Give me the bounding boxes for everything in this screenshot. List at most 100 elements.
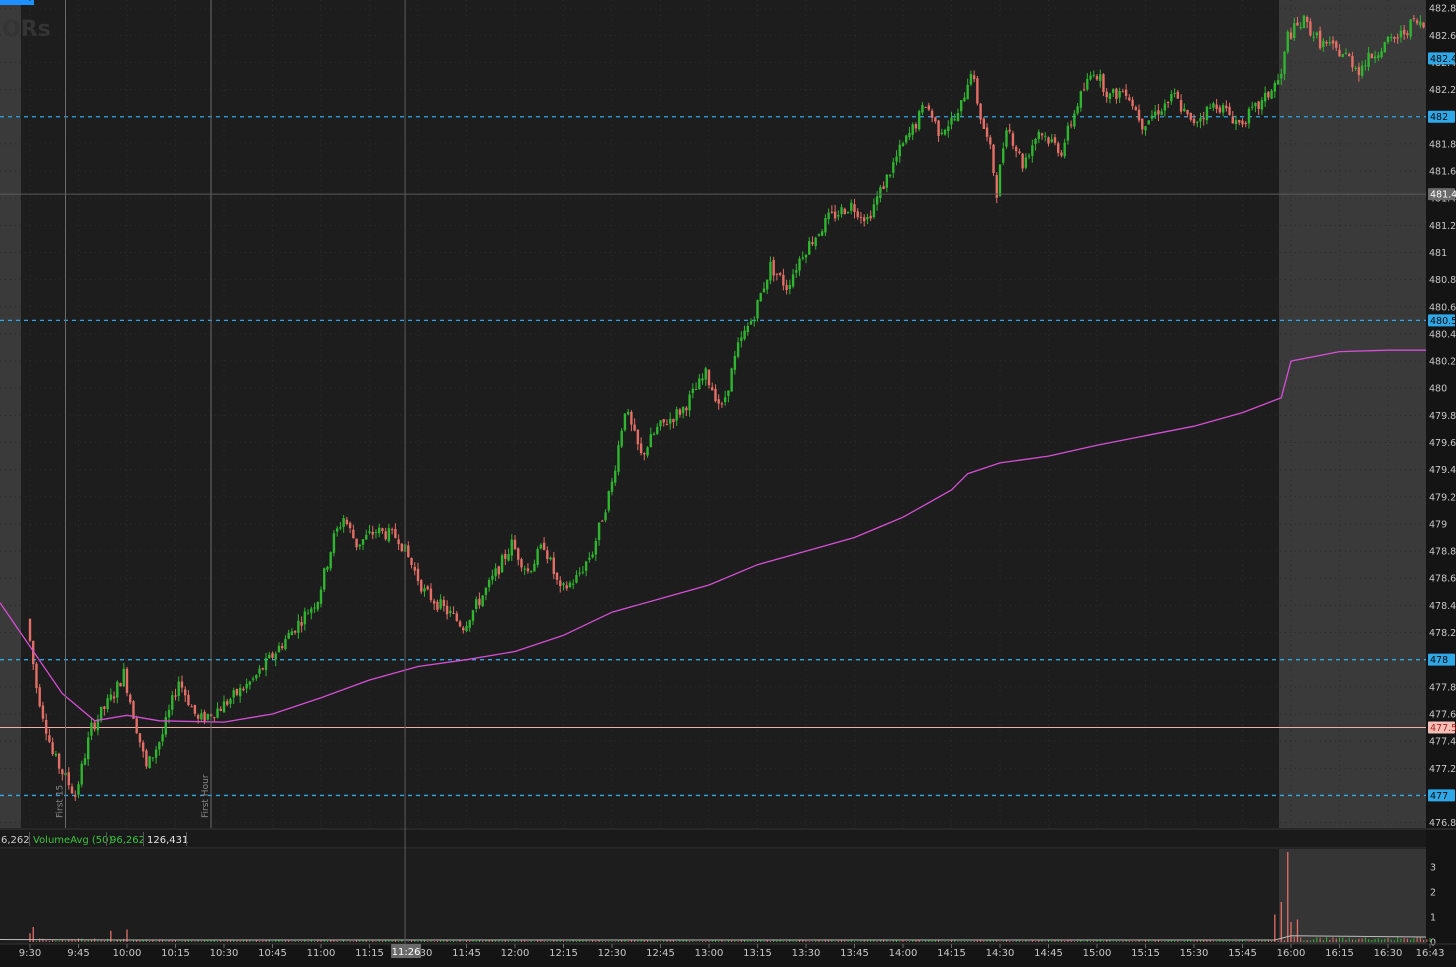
candle-body-40: [158, 742, 161, 750]
candle-body-281: [937, 120, 940, 136]
y-tick-label-0: 482.8: [1429, 4, 1456, 15]
candle-body-262: [875, 196, 879, 205]
candle-body-298: [992, 144, 995, 174]
candle-body-165: [562, 583, 565, 586]
candle-body-103: [361, 539, 365, 545]
candle-body-63: [232, 690, 235, 698]
candle-body-271: [905, 135, 908, 143]
candle-body-339: [1124, 89, 1128, 96]
candle-body-72: [261, 668, 264, 670]
candle-body-265: [885, 174, 889, 188]
candle-body-109: [381, 528, 384, 531]
candle-body-117: [407, 545, 410, 557]
candle-body-427: [1409, 19, 1412, 37]
candle-body-162: [552, 557, 555, 574]
candle-body-221: [743, 330, 746, 340]
candle-body-276: [921, 104, 924, 113]
candle-body-110: [384, 531, 387, 540]
chart-canvas[interactable]: ORs First 15 First Hour 482.8 482.6 482.4 48…: [0, 0, 1456, 963]
candle-body-54: [203, 711, 206, 722]
candle-body-374: [1238, 119, 1241, 123]
volume-header: [0, 830, 1426, 848]
candle-body-215: [723, 397, 727, 402]
candle-body-49: [187, 694, 190, 706]
candle-body-138: [475, 599, 478, 609]
candle-body-6: [48, 735, 51, 742]
candle-body-83: [297, 620, 300, 633]
price-level-tag-0: 482: [1430, 112, 1448, 123]
candle-body-163: [555, 572, 559, 580]
time-label-0: 9:30: [19, 948, 41, 959]
candle-body-304: [1011, 133, 1015, 146]
candle-body-38: [151, 757, 155, 759]
candle-body-67: [245, 683, 248, 689]
candle-body-102: [358, 544, 361, 547]
candle-body-325: [1079, 91, 1083, 108]
candle-body-3: [38, 687, 41, 707]
candle-body-331: [1099, 74, 1102, 81]
candle-body-199: [672, 419, 675, 423]
y-tick-label-13: 480.2: [1429, 357, 1456, 368]
candle-body-28: [119, 683, 122, 687]
chart[interactable]: ORs First 15 First Hour 482.8 482.6 482.4 48…: [0, 0, 1456, 963]
candle-body-129: [445, 605, 449, 615]
candle-body-230: [772, 260, 775, 276]
candle-body-7: [51, 742, 54, 755]
candle-body-134: [462, 627, 465, 631]
candle-body-361: [1196, 121, 1199, 123]
candle-body-59: [219, 708, 222, 711]
candle-body-188: [636, 429, 640, 445]
volume-study-name[interactable]: VolumeAvg (50): [33, 835, 113, 846]
candle-body-114: [397, 539, 400, 545]
candle-body-372: [1231, 116, 1234, 124]
candle-body-142: [487, 579, 491, 588]
candle-body-161: [549, 557, 552, 560]
candle-body-349: [1157, 110, 1160, 115]
candle-body-379: [1254, 102, 1257, 107]
candle-body-369: [1221, 105, 1225, 113]
candle-body-223: [749, 320, 753, 325]
candle-body-5: [44, 719, 48, 734]
candle-body-375: [1241, 120, 1244, 125]
candle-body-236: [791, 274, 795, 287]
candle-body-92: [326, 566, 329, 570]
time-label-27: 16:15: [1325, 948, 1354, 959]
time-label-19: 14:15: [937, 948, 966, 959]
y-tick-label-28: 477.2: [1429, 764, 1456, 775]
candle-body-283: [943, 129, 947, 135]
volume-sep-1: [29, 832, 30, 846]
time-label-2: 10:00: [113, 948, 142, 959]
candle-body-37: [148, 756, 151, 769]
candle-body-29: [122, 668, 125, 687]
candle-body-280: [934, 117, 937, 122]
candle-body-238: [798, 258, 801, 271]
candle-body-111: [387, 528, 391, 542]
candle-body-168: [572, 583, 575, 585]
candle-body-383: [1267, 91, 1270, 98]
candle-body-99: [348, 522, 352, 529]
candle-body-350: [1160, 111, 1163, 115]
candle-body-120: [416, 568, 420, 581]
candle-body-311: [1034, 138, 1037, 145]
candle-body-376: [1244, 122, 1247, 125]
candle-body-416: [1373, 56, 1377, 59]
candle-body-300: [998, 164, 1002, 197]
candle-body-136: [468, 620, 471, 628]
candle-body-133: [458, 621, 462, 627]
candle-body-277: [924, 106, 927, 108]
candle-body-205: [691, 388, 695, 394]
candle-body-318: [1057, 143, 1060, 153]
candle-body-91: [323, 568, 326, 590]
candle-body-44: [171, 695, 174, 710]
candle-body-399: [1318, 30, 1322, 49]
candle-body-122: [423, 588, 426, 592]
candle-body-246: [824, 217, 827, 233]
y-tick-label-21: 478.6: [1429, 574, 1456, 585]
candle-body-330: [1095, 76, 1099, 80]
candle-body-282: [940, 132, 943, 135]
top-left-indicator: [0, 0, 34, 5]
candle-body-172: [584, 561, 588, 571]
volume-afterhours-shading: [1279, 849, 1426, 944]
candle-body-359: [1189, 112, 1192, 120]
candle-body-73: [264, 658, 268, 670]
